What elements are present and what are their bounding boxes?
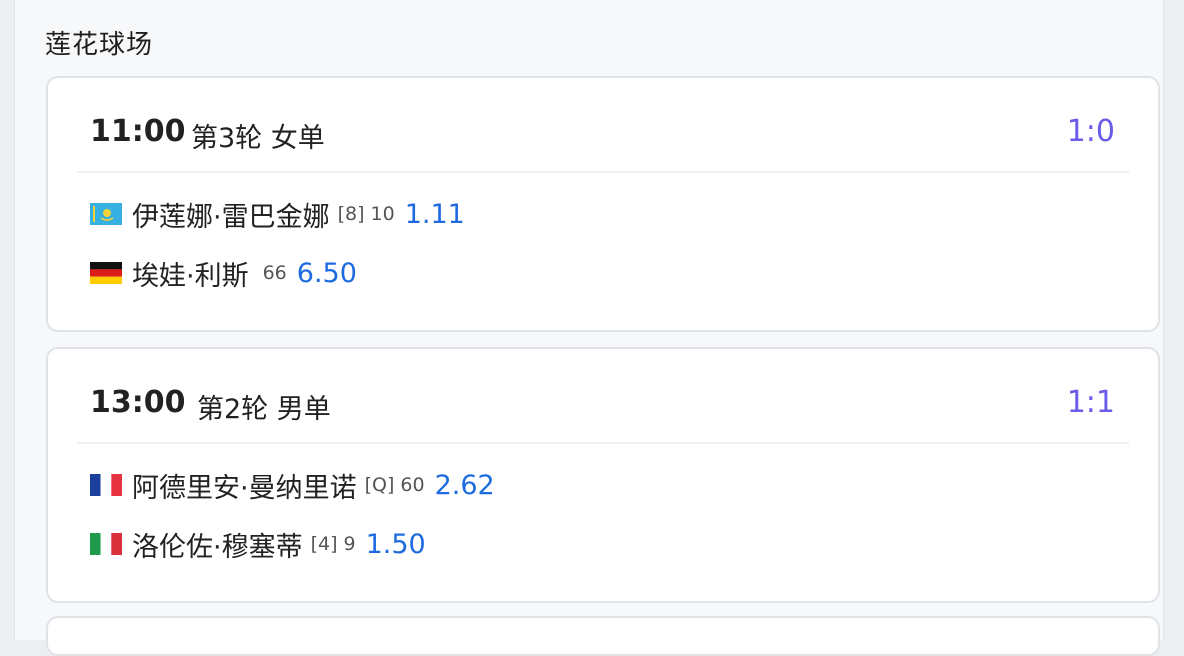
match-card[interactable]: 13:00 第2轮 男单 1:1 阿德里安·曼纳里诺 [Q] 60 2.62 洛… — [46, 347, 1160, 603]
match-score: 1:0 — [1066, 114, 1115, 149]
player-seed: [4] — [310, 533, 338, 555]
player-rank: 60 — [400, 474, 425, 496]
player-rank: 10 — [370, 203, 395, 225]
venue-panel: 莲花球场 11:00 第3轮 女单 1:0 伊莲娜·雷巴金娜 [8] 10 1.… — [14, 0, 1164, 656]
match-score: 1:1 — [1066, 385, 1115, 420]
player-rank: 66 — [262, 262, 287, 284]
player-row[interactable]: 埃娃·利斯 66 6.50 — [90, 253, 357, 293]
player-seed: [Q] — [364, 474, 395, 496]
match-round: 第3轮 女单 — [191, 123, 325, 154]
player-odds[interactable]: 1.50 — [366, 529, 426, 560]
player-row[interactable]: 洛伦佐·穆塞蒂 [4] 9 1.50 — [90, 524, 426, 564]
player-odds[interactable]: 2.62 — [435, 470, 495, 501]
player-odds[interactable]: 6.50 — [297, 258, 357, 289]
match-time: 11:00 — [90, 114, 186, 149]
match-header: 13:00 第2轮 男单 1:1 — [48, 349, 1158, 443]
italy-flag-icon — [90, 533, 122, 555]
kazakhstan-flag-icon — [90, 203, 122, 225]
player-name: 伊莲娜·雷巴金娜 — [132, 201, 330, 233]
match-time: 13:00 — [90, 385, 186, 420]
player-row[interactable]: 伊莲娜·雷巴金娜 [8] 10 1.11 — [90, 194, 465, 234]
player-rank: 9 — [343, 533, 356, 555]
match-card[interactable]: 11:00 第3轮 女单 1:0 伊莲娜·雷巴金娜 [8] 10 1.11 埃娃… — [46, 76, 1160, 332]
match-header: 11:00 第3轮 女单 1:0 — [48, 78, 1158, 172]
germany-flag-icon — [90, 262, 122, 284]
match-card[interactable] — [46, 616, 1160, 656]
match-round: 第2轮 男单 — [197, 394, 331, 425]
venue-title: 莲花球场 — [45, 30, 154, 60]
player-name: 阿德里安·曼纳里诺 — [132, 472, 357, 504]
player-odds[interactable]: 1.11 — [405, 199, 465, 230]
divider — [77, 442, 1129, 444]
france-flag-icon — [90, 474, 122, 496]
player-name: 埃娃·利斯 — [132, 260, 249, 292]
player-seed: [8] — [337, 203, 365, 225]
player-row[interactable]: 阿德里安·曼纳里诺 [Q] 60 2.62 — [90, 465, 495, 505]
player-name: 洛伦佐·穆塞蒂 — [132, 531, 303, 563]
divider — [77, 171, 1129, 173]
